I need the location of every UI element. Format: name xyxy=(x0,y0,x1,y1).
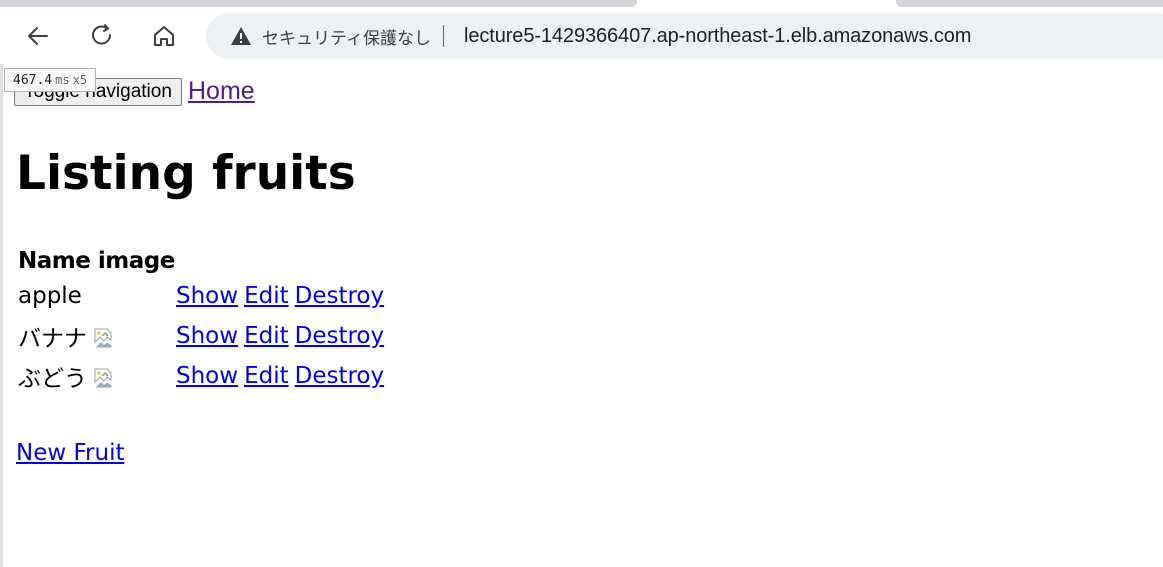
destroy-link[interactable]: Destroy xyxy=(295,283,385,309)
edit-link[interactable]: Edit xyxy=(244,283,289,309)
fruit-name: ぶどう xyxy=(18,366,87,392)
perf-count: x5 xyxy=(72,73,88,87)
fruit-name: apple xyxy=(18,283,82,309)
url-text[interactable]: lecture5-1429366407.ap-northeast-1.elb.a… xyxy=(464,25,971,48)
tab-strip xyxy=(0,0,1163,8)
broken-image-icon xyxy=(93,368,113,388)
warning-icon[interactable] xyxy=(230,25,252,47)
fruit-name-cell: apple xyxy=(18,276,176,316)
home-button[interactable] xyxy=(148,20,180,52)
security-status-text[interactable]: セキュリティ保護なし xyxy=(262,24,431,49)
table-row: apple Show Edit Destroy xyxy=(18,276,390,316)
header-name: Name xyxy=(18,248,91,274)
show-link[interactable]: Show xyxy=(176,363,238,389)
new-fruit-link[interactable]: New Fruit xyxy=(16,440,124,466)
fruit-name: バナナ xyxy=(18,326,87,352)
table-row: バナナ Show Edit Destroy xyxy=(18,316,390,356)
fruit-name-cell: バナナ xyxy=(18,316,176,356)
tab-edge-left xyxy=(0,0,637,7)
show-link[interactable]: Show xyxy=(176,283,238,309)
table-header: Name image xyxy=(18,246,390,276)
edit-link[interactable]: Edit xyxy=(244,363,289,389)
page-content: Toggle navigation Home 467.4 ms x5 Listi… xyxy=(0,64,1163,567)
home-icon xyxy=(154,26,174,46)
destroy-link[interactable]: Destroy xyxy=(295,323,385,349)
back-arrow-icon xyxy=(28,27,48,45)
table-row: ぶどう Show Edit Destroy xyxy=(18,356,390,396)
address-bar[interactable]: セキュリティ保護なし lecture5-1429366407.ap-northe… xyxy=(206,13,1163,59)
show-link[interactable]: Show xyxy=(176,323,238,349)
address-separator xyxy=(442,25,444,47)
perf-value: 467.4 xyxy=(13,72,53,88)
reload-button[interactable] xyxy=(86,20,118,52)
fruit-actions: Show Edit Destroy xyxy=(176,316,390,356)
browser-toolbar: セキュリティ保護なし lecture5-1429366407.ap-northe… xyxy=(0,8,1163,64)
edit-link[interactable]: Edit xyxy=(244,323,289,349)
header-image: image xyxy=(97,248,175,274)
fruit-name-cell: ぶどう xyxy=(18,356,176,396)
fruit-actions: Show Edit Destroy xyxy=(176,356,390,396)
back-button[interactable] xyxy=(22,20,54,52)
fruits-table: Name image apple Show Edit Destroy バナナ Sho xyxy=(18,246,390,396)
table-header-row: Name image xyxy=(18,246,390,276)
tab-edge-right xyxy=(896,0,1163,7)
fruit-actions: Show Edit Destroy xyxy=(176,276,390,316)
broken-image-icon xyxy=(93,328,113,348)
perf-unit: ms xyxy=(55,73,70,87)
page-title: Listing fruits xyxy=(16,146,356,201)
performance-badge: 467.4 ms x5 xyxy=(4,68,97,92)
reload-icon xyxy=(92,24,112,45)
destroy-link[interactable]: Destroy xyxy=(295,363,385,389)
home-link[interactable]: Home xyxy=(188,77,255,106)
